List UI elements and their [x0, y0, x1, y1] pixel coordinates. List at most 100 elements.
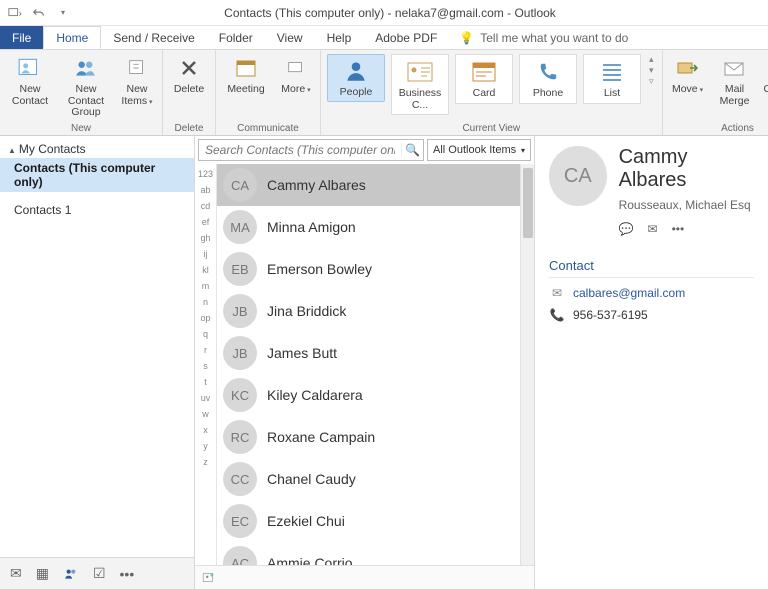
- alpha-q[interactable]: q: [203, 326, 208, 342]
- tab-view[interactable]: View: [265, 26, 315, 49]
- nav-people-icon[interactable]: [63, 567, 79, 581]
- alpha-ef[interactable]: ef: [202, 214, 210, 230]
- main-area: ▲My Contacts Contacts (This computer onl…: [0, 136, 768, 589]
- email-icon[interactable]: ✉: [648, 222, 658, 236]
- contact-avatar-small: CC: [223, 462, 257, 496]
- nav-tasks-icon[interactable]: ☑: [93, 565, 106, 582]
- alpha-kl[interactable]: kl: [202, 262, 209, 278]
- tell-me[interactable]: 💡 Tell me what you want to do: [449, 26, 628, 49]
- search-icon[interactable]: 🔍: [401, 143, 423, 157]
- alpha-w[interactable]: w: [202, 406, 209, 422]
- onenote-button[interactable]: N OneNote: [763, 54, 768, 96]
- nav-calendar-icon[interactable]: ▦: [36, 565, 49, 582]
- contact-row[interactable]: EBEmerson Bowley: [217, 248, 534, 290]
- contact-avatar-small: JB: [223, 294, 257, 328]
- tab-send-receive[interactable]: Send / Receive: [101, 26, 206, 49]
- search-input[interactable]: [199, 143, 401, 157]
- nav-folder-contacts1[interactable]: Contacts 1: [0, 200, 194, 220]
- contact-row[interactable]: KCKiley Caldarera: [217, 374, 534, 416]
- tab-folder[interactable]: Folder: [207, 26, 265, 49]
- contact-avatar-small: KC: [223, 378, 257, 412]
- contact-row[interactable]: RCRoxane Campain: [217, 416, 534, 458]
- contact-actions: 💬 ✉ •••: [619, 222, 754, 236]
- view-people-button[interactable]: People: [327, 54, 385, 102]
- search-box[interactable]: 🔍: [198, 139, 424, 161]
- view-card-button[interactable]: Card: [455, 54, 513, 104]
- alpha-m[interactable]: m: [202, 278, 210, 294]
- contact-avatar-small: MA: [223, 210, 257, 244]
- contact-section-title: Contact: [549, 258, 754, 278]
- scrollbar[interactable]: [520, 164, 534, 565]
- contact-row-name: Minna Amigon: [267, 219, 356, 235]
- alpha-y[interactable]: y: [203, 438, 208, 454]
- view-list-button[interactable]: List: [583, 54, 641, 104]
- tab-help[interactable]: Help: [315, 26, 364, 49]
- more-button[interactable]: More ▾: [278, 54, 314, 96]
- alpha-gh[interactable]: gh: [200, 230, 210, 246]
- view-gallery-scroll[interactable]: ▴▾▿: [647, 54, 656, 87]
- meeting-icon: [232, 54, 260, 82]
- scrollbar-thumb[interactable]: [523, 168, 533, 238]
- new-contact-group-icon: [72, 54, 100, 82]
- nav-section-header[interactable]: ▲My Contacts: [0, 136, 194, 158]
- move-button[interactable]: Move ▾: [669, 54, 707, 96]
- tab-file[interactable]: File: [0, 26, 43, 49]
- alpha-x[interactable]: x: [203, 422, 208, 438]
- envelope-icon: ✉: [549, 286, 565, 300]
- view-business-card-button[interactable]: Business C...: [391, 54, 449, 115]
- lightbulb-icon: 💡: [459, 31, 474, 45]
- view-phone-button[interactable]: Phone: [519, 54, 577, 104]
- delete-icon: [175, 54, 203, 82]
- qat-customize-icon[interactable]: [6, 4, 24, 22]
- contact-row[interactable]: CCChanel Caudy: [217, 458, 534, 500]
- new-items-button[interactable]: New Items ▾: [118, 54, 156, 107]
- chat-icon[interactable]: 💬: [619, 222, 634, 236]
- contact-avatar-small: EB: [223, 252, 257, 286]
- contact-row[interactable]: JBJina Briddick: [217, 290, 534, 332]
- alpha-ab[interactable]: ab: [200, 182, 210, 198]
- contact-list-pane: 🔍 All Outlook Items ▾ 123abcdefghijklmno…: [195, 136, 535, 589]
- phone-icon: [534, 58, 562, 86]
- qat-dropdown-icon[interactable]: ▾: [54, 4, 72, 22]
- title-bar: ▾ Contacts (This computer only) - nelaka…: [0, 0, 768, 26]
- contact-phone-field: 📞 956-537-6195: [549, 308, 754, 322]
- alpha-ij[interactable]: ij: [204, 246, 208, 262]
- new-contact-group-button[interactable]: New Contact Group: [62, 54, 110, 119]
- group-new: New Contact New Contact Group New Items …: [0, 50, 163, 135]
- contact-row[interactable]: CACammy Albares: [217, 164, 534, 206]
- search-scope-dropdown[interactable]: All Outlook Items ▾: [427, 139, 531, 161]
- undo-icon[interactable]: [30, 4, 48, 22]
- tab-adobe-pdf[interactable]: Adobe PDF: [363, 26, 449, 49]
- search-row: 🔍 All Outlook Items ▾: [195, 136, 534, 164]
- contact-row[interactable]: MA Minna Amigon: [217, 206, 534, 248]
- group-communicate-label: Communicate: [222, 121, 314, 134]
- alpha-z[interactable]: z: [203, 454, 208, 470]
- contact-email[interactable]: calbares@gmail.com: [573, 286, 685, 300]
- contact-avatar-small: JB: [223, 336, 257, 370]
- people-icon: [342, 57, 370, 85]
- contact-row[interactable]: ACAmmie Corrio: [217, 542, 534, 565]
- add-contact-icon[interactable]: [201, 571, 217, 585]
- nav-folder-contacts-local[interactable]: Contacts (This computer only): [0, 158, 194, 192]
- delete-button[interactable]: Delete: [169, 54, 209, 96]
- alpha-t[interactable]: t: [204, 374, 207, 390]
- alpha-uv[interactable]: uv: [201, 390, 211, 406]
- alpha-s[interactable]: s: [203, 358, 208, 374]
- contact-avatar-small: EC: [223, 504, 257, 538]
- contact-list: CACammy Albares MA Minna Amigon EBEmerson B…: [217, 164, 534, 565]
- group-current-view: People Business C... Card Phone List ▴▾▿…: [321, 50, 663, 135]
- more-actions-icon[interactable]: •••: [672, 222, 685, 236]
- alpha-n[interactable]: n: [203, 294, 208, 310]
- meeting-button[interactable]: Meeting: [222, 54, 270, 96]
- nav-mail-icon[interactable]: ✉: [10, 565, 22, 582]
- alpha-123[interactable]: 123: [198, 166, 213, 182]
- alpha-cd[interactable]: cd: [201, 198, 211, 214]
- mail-merge-button[interactable]: Mail Merge: [715, 54, 755, 107]
- tab-home[interactable]: Home: [43, 26, 101, 49]
- contact-row[interactable]: ECEzekiel Chui: [217, 500, 534, 542]
- alpha-r[interactable]: r: [204, 342, 207, 358]
- new-contact-button[interactable]: New Contact: [6, 54, 54, 107]
- nav-more-icon[interactable]: •••: [120, 566, 135, 582]
- alpha-op[interactable]: op: [200, 310, 210, 326]
- contact-row[interactable]: JBJames Butt: [217, 332, 534, 374]
